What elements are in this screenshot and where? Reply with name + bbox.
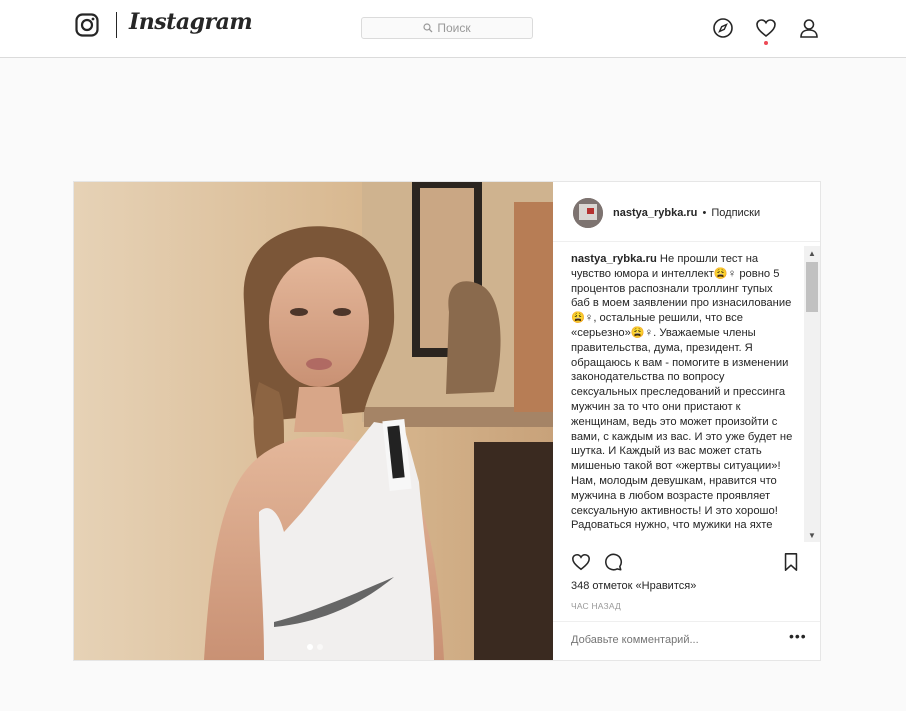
search-box[interactable]: Поиск <box>361 17 533 39</box>
compass-icon[interactable] <box>712 17 734 39</box>
profile-icon[interactable] <box>798 17 820 39</box>
post-actions <box>571 550 803 576</box>
post-caption: nastya_rybka.ru Не прошли тест на чувств… <box>571 252 793 533</box>
search-placeholder: Поиск <box>437 21 471 35</box>
carousel-dot-active[interactable] <box>307 644 313 650</box>
post-card: nastya_rybka.ru • Подписки nastya_rybka.… <box>73 181 821 661</box>
search-icon <box>423 23 433 33</box>
carousel-indicator <box>307 644 323 650</box>
comment-input[interactable] <box>571 634 771 646</box>
post-timestamp[interactable]: ЧАС НАЗАД <box>571 601 621 611</box>
likes-count[interactable]: 348 отметок «Нравится» <box>571 580 696 592</box>
follow-button[interactable]: Подписки <box>711 207 760 219</box>
avatar-image <box>573 198 603 228</box>
heart-outline-icon[interactable] <box>571 552 591 572</box>
caption-scrollbar[interactable]: ▲ ▼ <box>804 246 820 542</box>
post-photo[interactable] <box>74 182 553 660</box>
caption-scroll-area[interactable]: nastya_rybka.ru Не прошли тест на чувств… <box>571 246 807 542</box>
post-header-line: nastya_rybka.ru • Подписки <box>613 207 760 219</box>
scroll-down-arrow-icon[interactable]: ▼ <box>804 528 820 542</box>
carousel-dot[interactable] <box>317 644 323 650</box>
caption-username[interactable]: nastya_rybka.ru <box>571 253 657 265</box>
comment-bar: ••• <box>553 621 820 660</box>
caption-text: Не прошли тест на чувство юмора и интелл… <box>571 253 793 532</box>
instagram-glyph-icon[interactable] <box>75 13 99 37</box>
avatar[interactable] <box>573 198 603 228</box>
notification-dot <box>764 41 768 45</box>
scroll-up-arrow-icon[interactable]: ▲ <box>804 246 820 260</box>
more-options-icon[interactable]: ••• <box>789 628 807 644</box>
logo-divider <box>116 12 117 38</box>
post-photo-image <box>74 182 553 660</box>
heart-icon[interactable] <box>755 17 777 39</box>
instagram-wordmark[interactable]: Instagram <box>129 9 253 35</box>
post-sidebar: nastya_rybka.ru • Подписки nastya_rybka.… <box>553 182 820 660</box>
top-navigation: Instagram Поиск <box>0 0 906 58</box>
bookmark-icon[interactable] <box>781 552 801 572</box>
post-username[interactable]: nastya_rybka.ru <box>613 207 697 219</box>
header-separator: • <box>702 207 707 219</box>
post-header: nastya_rybka.ru • Подписки <box>553 182 820 242</box>
comment-icon[interactable] <box>603 552 623 572</box>
scrollbar-thumb[interactable] <box>806 262 818 312</box>
